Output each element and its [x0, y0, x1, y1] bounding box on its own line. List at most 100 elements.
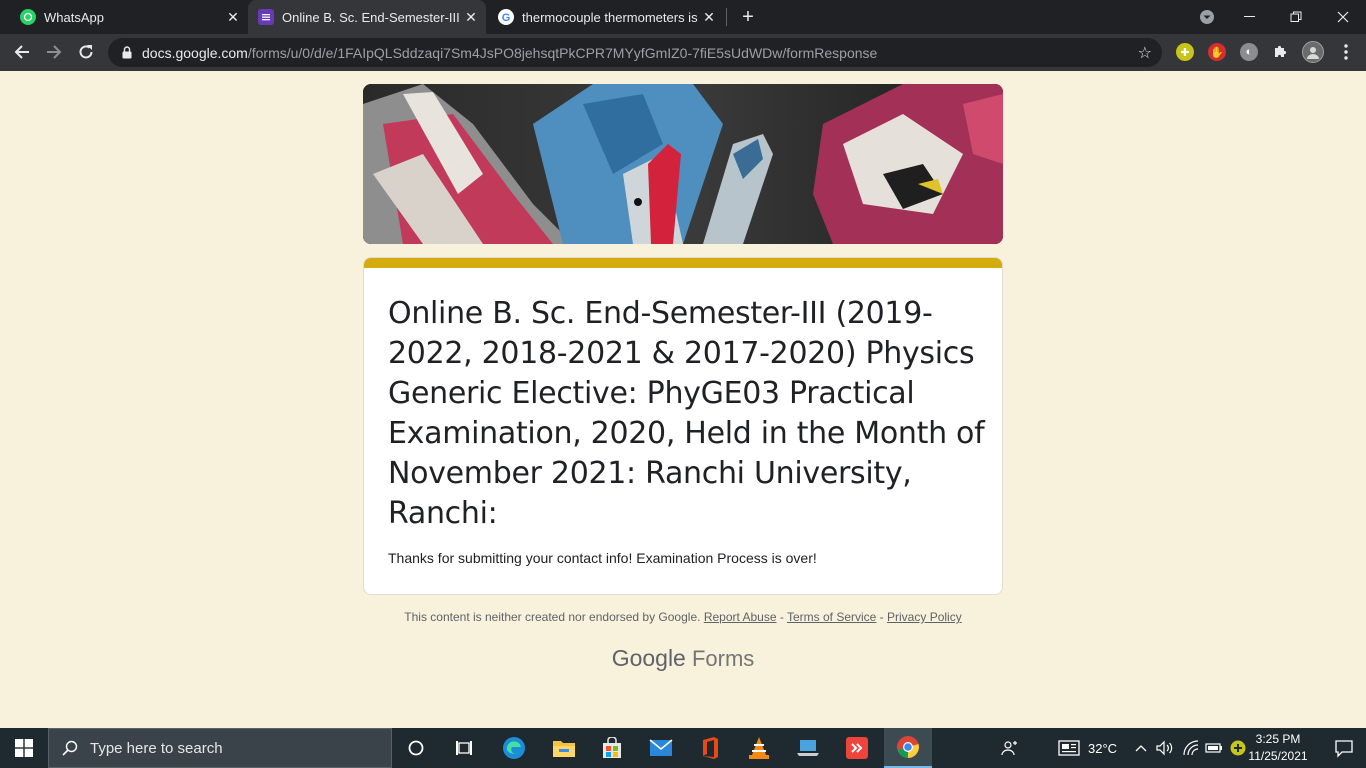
- minimize-icon: [1244, 16, 1255, 17]
- people-icon: [1001, 741, 1017, 756]
- close-icon: [1337, 11, 1349, 23]
- action-center-button[interactable]: [1334, 738, 1354, 758]
- browser-toolbar: docs.google.com/forms/u/0/d/e/1FAIpQLSdd…: [0, 34, 1366, 71]
- tab-separator: [726, 8, 727, 26]
- reload-button[interactable]: [72, 38, 100, 66]
- bookmark-star-icon[interactable]: ☆: [1138, 43, 1152, 63]
- back-arrow-icon: [14, 45, 29, 59]
- weather-temperature[interactable]: 32°C: [1088, 728, 1117, 768]
- terms-of-service-link[interactable]: Terms of Service: [787, 610, 876, 624]
- footer-disclaimer: This content is neither created nor endo…: [363, 610, 1003, 624]
- url-text[interactable]: docs.google.com/forms/u/0/d/e/1FAIpQLSdd…: [142, 45, 877, 61]
- url-host: docs.google.com: [142, 44, 248, 61]
- google-forms-logo[interactable]: Google Forms: [363, 645, 1003, 672]
- start-button[interactable]: [0, 728, 48, 768]
- report-abuse-link[interactable]: Report Abuse: [704, 610, 777, 624]
- battery-button[interactable]: [1204, 728, 1224, 768]
- search-placeholder: Type here to search: [90, 739, 223, 757]
- chevron-down-icon: [1200, 10, 1214, 24]
- news-weather-button[interactable]: [1056, 728, 1082, 768]
- disclaimer-text: This content is neither created nor endo…: [404, 610, 701, 624]
- url-path: /forms/u/0/d/e/1FAIpQLSddzaqi7Sm4JsPO8je…: [247, 44, 878, 61]
- network-button[interactable]: [1181, 728, 1201, 768]
- taskbar-office[interactable]: [686, 728, 734, 768]
- folder-icon: [553, 741, 575, 757]
- tab-search-button[interactable]: [1184, 0, 1230, 34]
- browser-menu-button[interactable]: [1332, 38, 1360, 66]
- svg-text:G: G: [502, 12, 511, 23]
- close-tab-icon[interactable]: ✕: [462, 8, 480, 26]
- taskbar-connect[interactable]: [784, 728, 832, 768]
- lock-icon: [121, 46, 133, 60]
- confirmation-message: Thanks for submitting your contact info!…: [388, 550, 817, 566]
- taskbar-store[interactable]: [588, 728, 636, 768]
- forward-arrow-icon: [47, 45, 62, 59]
- edge-icon: [503, 737, 525, 759]
- speaker-icon: [1156, 740, 1173, 756]
- clock-date: 11/25/2021: [1248, 749, 1308, 763]
- news-icon: [1058, 740, 1080, 756]
- wifi-icon: [1183, 740, 1199, 756]
- google-forms-icon: [258, 9, 274, 25]
- adblock-hand-icon[interactable]: ✋: [1208, 43, 1226, 61]
- battery-icon: [1205, 743, 1222, 753]
- people-button[interactable]: [998, 728, 1022, 768]
- anydesk-icon: [846, 737, 868, 759]
- store-bag-icon: [603, 737, 621, 758]
- tab-whatsapp[interactable]: WhatsApp ✕: [10, 0, 248, 34]
- clock-time: 3:25 PM: [1255, 732, 1301, 746]
- taskbar-clock[interactable]: 3:25 PM 11/25/2021: [1246, 731, 1310, 765]
- address-bar[interactable]: docs.google.com/forms/u/0/d/e/1FAIpQLSdd…: [108, 38, 1162, 67]
- taskbar-search-box[interactable]: Type here to search: [48, 728, 392, 768]
- notification-icon: [1335, 740, 1353, 758]
- plus-circle-icon: [1230, 740, 1246, 756]
- close-tab-icon[interactable]: ✕: [700, 8, 718, 26]
- cortana-button[interactable]: [392, 728, 440, 768]
- privacy-policy-link[interactable]: Privacy Policy: [887, 610, 962, 624]
- tray-extension-button[interactable]: [1228, 728, 1248, 768]
- restore-button[interactable]: [1273, 0, 1319, 34]
- google-wordmark: Google: [611, 645, 686, 671]
- taskbar-edge[interactable]: [490, 728, 538, 768]
- tray-overflow-button[interactable]: [1132, 728, 1150, 768]
- tab-title: Online B. Sc. End-Semester-III (20: [282, 9, 462, 25]
- cortana-circle-icon: [408, 740, 424, 756]
- back-button[interactable]: [8, 38, 36, 66]
- new-tab-button[interactable]: +: [734, 0, 762, 34]
- tab-title: thermocouple thermometers is n: [522, 9, 702, 25]
- volume-button[interactable]: [1155, 728, 1175, 768]
- task-view-icon: [456, 741, 472, 755]
- forward-button[interactable]: [40, 38, 68, 66]
- tab-google-form[interactable]: Online B. Sc. End-Semester-III (20 ✕: [248, 0, 486, 34]
- chevron-up-icon: [1135, 745, 1147, 752]
- minimize-button[interactable]: [1227, 0, 1273, 34]
- taskbar-mail[interactable]: [637, 728, 685, 768]
- task-view-button[interactable]: [440, 728, 488, 768]
- mail-icon: [649, 739, 673, 756]
- card-accent-bar: [364, 258, 1002, 268]
- tab-google-search[interactable]: G thermocouple thermometers is n ✕: [486, 0, 724, 34]
- google-icon: G: [498, 9, 514, 25]
- taskbar-file-explorer[interactable]: [540, 728, 588, 768]
- extension-plus-icon[interactable]: ✚: [1176, 43, 1194, 61]
- laptop-icon: [797, 740, 819, 756]
- whatsapp-icon: [20, 9, 36, 25]
- extension-compass-icon[interactable]: ◐: [1240, 43, 1258, 61]
- chrome-icon: [897, 736, 919, 758]
- puzzle-icon[interactable]: [1271, 43, 1289, 61]
- taskbar-chrome[interactable]: [884, 728, 932, 768]
- close-tab-icon[interactable]: ✕: [224, 8, 242, 26]
- restore-icon: [1290, 11, 1302, 22]
- windows-logo-icon: [15, 739, 33, 757]
- taskbar-vlc[interactable]: [735, 728, 783, 768]
- kebab-menu-icon: [1344, 44, 1348, 60]
- form-header-image: [363, 84, 1003, 244]
- taskbar-anydesk[interactable]: [833, 728, 881, 768]
- browser-tab-strip: WhatsApp ✕ Online B. Sc. End-Semester-II…: [0, 0, 1366, 34]
- close-window-button[interactable]: [1320, 0, 1366, 34]
- profile-avatar[interactable]: [1302, 41, 1324, 63]
- office-icon: [703, 737, 718, 759]
- footer-separator: -: [876, 610, 888, 624]
- reload-icon: [79, 45, 93, 59]
- painted-hands-image: [363, 84, 1003, 244]
